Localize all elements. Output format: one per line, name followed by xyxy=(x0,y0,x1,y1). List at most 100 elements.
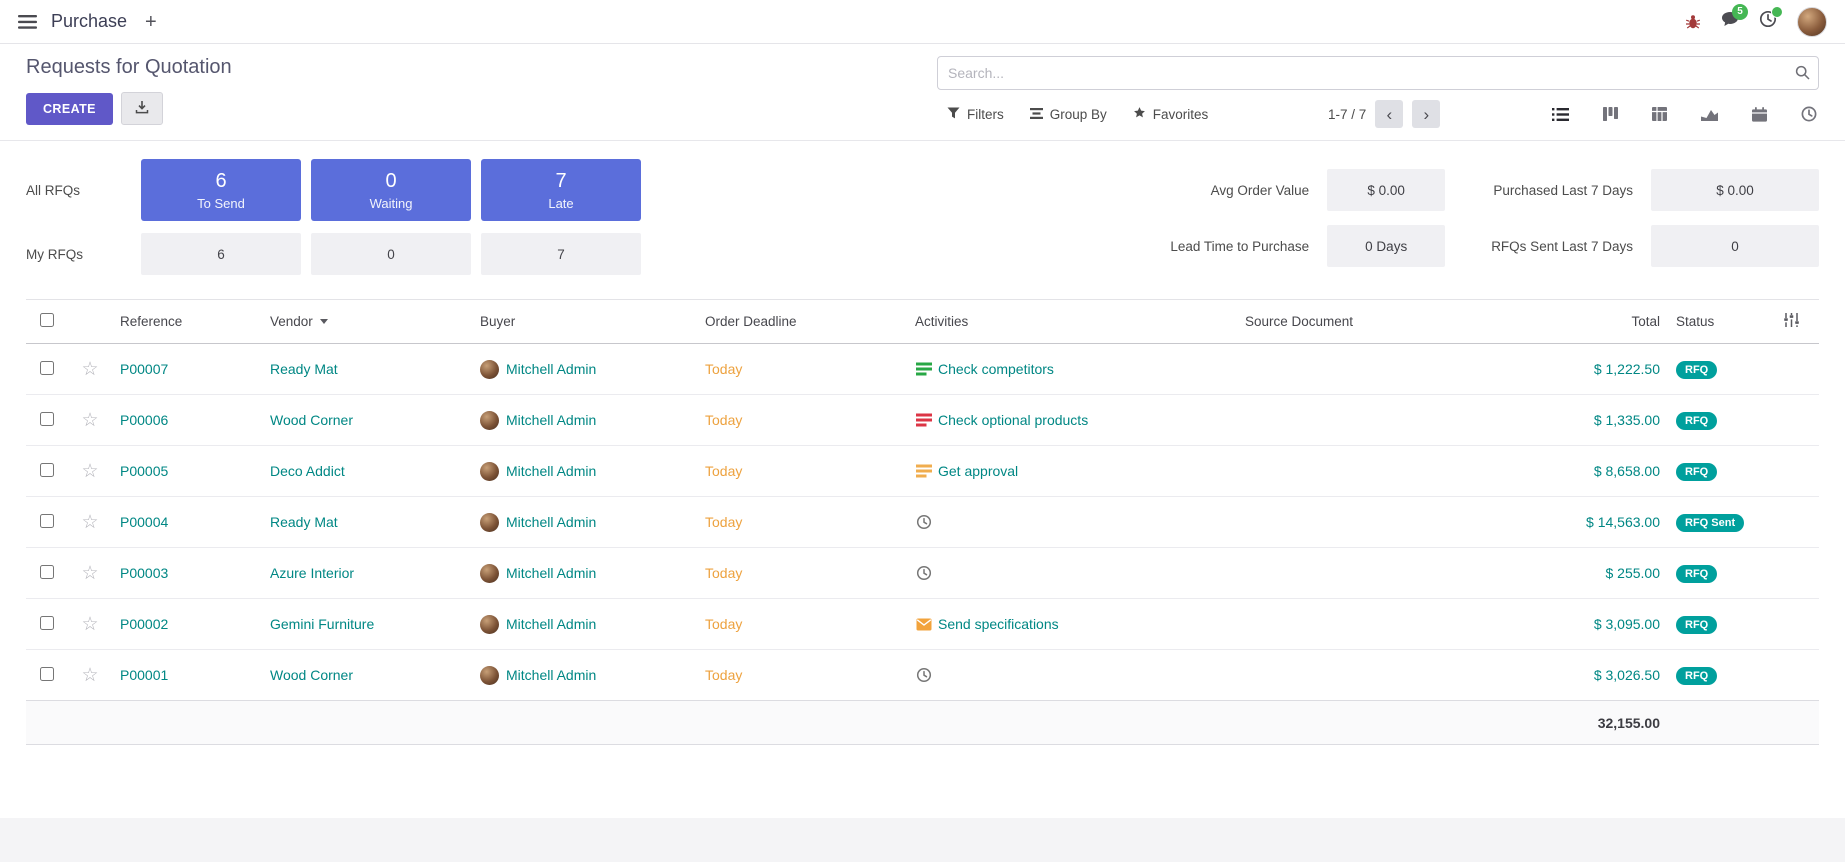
kpi-card[interactable]: 7 Late xyxy=(481,159,641,221)
activity-tasks-icon[interactable] xyxy=(915,362,933,376)
buyer-link[interactable]: Mitchell Admin xyxy=(506,412,596,428)
table-row[interactable]: ☆ P00002 Gemini Furniture Mitchell Admin… xyxy=(26,599,1819,650)
select-all-checkbox[interactable] xyxy=(40,313,54,327)
debug-bug-icon[interactable] xyxy=(1685,14,1701,30)
table-row[interactable]: ☆ P00001 Wood Corner Mitchell Admin Toda… xyxy=(26,650,1819,701)
graph-view-icon[interactable] xyxy=(1699,106,1720,123)
col-header-activities[interactable]: Activities xyxy=(907,300,1237,344)
new-tab-plus-icon[interactable]: + xyxy=(141,12,161,32)
pager-next-button[interactable]: › xyxy=(1412,100,1440,128)
status-badge: RFQ xyxy=(1676,565,1717,583)
pivot-view-icon[interactable] xyxy=(1650,105,1669,123)
create-button[interactable]: CREATE xyxy=(26,93,113,125)
favorite-star-icon[interactable]: ☆ xyxy=(81,359,98,380)
kanban-view-icon[interactable] xyxy=(1601,105,1620,123)
favorite-star-icon[interactable]: ☆ xyxy=(81,461,98,482)
search-input[interactable] xyxy=(937,56,1819,90)
col-header-vendor[interactable]: Vendor xyxy=(262,300,472,344)
download-icon xyxy=(135,100,149,117)
list-view-icon[interactable] xyxy=(1550,106,1571,123)
favorite-star-icon[interactable]: ☆ xyxy=(81,665,98,686)
status-badge: RFQ xyxy=(1676,361,1717,379)
my-rfqs-filter[interactable]: My RFQs xyxy=(26,247,131,262)
calendar-view-icon[interactable] xyxy=(1750,105,1769,124)
reference-link[interactable]: P00005 xyxy=(120,463,168,479)
activity-clock-icon[interactable] xyxy=(915,667,933,683)
row-checkbox[interactable] xyxy=(40,514,54,528)
vendor-link[interactable]: Wood Corner xyxy=(270,667,353,683)
messages-menu[interactable]: 5 xyxy=(1721,11,1739,32)
table-row[interactable]: ☆ P00003 Azure Interior Mitchell Admin T… xyxy=(26,548,1819,599)
row-checkbox[interactable] xyxy=(40,412,54,426)
reference-link[interactable]: P00006 xyxy=(120,412,168,428)
activity-tasks-icon[interactable] xyxy=(915,413,933,427)
col-header-reference[interactable]: Reference xyxy=(112,300,262,344)
favorite-star-icon[interactable]: ☆ xyxy=(81,512,98,533)
activity-clock-icon[interactable] xyxy=(915,565,933,581)
vendor-link[interactable]: Wood Corner xyxy=(270,412,353,428)
buyer-link[interactable]: Mitchell Admin xyxy=(506,361,596,377)
table-row[interactable]: ☆ P00006 Wood Corner Mitchell Admin Toda… xyxy=(26,395,1819,446)
table-row[interactable]: ☆ P00005 Deco Addict Mitchell Admin Toda… xyxy=(26,446,1819,497)
favorite-star-icon[interactable]: ☆ xyxy=(81,563,98,584)
app-name[interactable]: Purchase xyxy=(51,11,127,32)
filters-button[interactable]: Filters xyxy=(937,101,1014,127)
activity-view-icon[interactable] xyxy=(1799,104,1819,124)
col-header-order-deadline[interactable]: Order Deadline xyxy=(697,300,907,344)
table-row[interactable]: ☆ P00004 Ready Mat Mitchell Admin Today … xyxy=(26,497,1819,548)
table-row[interactable]: ☆ P00007 Ready Mat Mitchell Admin Today … xyxy=(26,344,1819,395)
reference-link[interactable]: P00003 xyxy=(120,565,168,581)
vendor-link[interactable]: Ready Mat xyxy=(270,514,338,530)
col-header-buyer[interactable]: Buyer xyxy=(472,300,697,344)
my-rfqs-count[interactable]: 0 xyxy=(311,233,471,275)
reference-link[interactable]: P00004 xyxy=(120,514,168,530)
row-checkbox[interactable] xyxy=(40,361,54,375)
group-by-button[interactable]: Group By xyxy=(1020,101,1117,127)
kpi-card[interactable]: 0 Waiting xyxy=(311,159,471,221)
activity-label[interactable]: Get approval xyxy=(938,463,1018,479)
buyer-link[interactable]: Mitchell Admin xyxy=(506,463,596,479)
buyer-avatar xyxy=(480,411,499,430)
buyer-link[interactable]: Mitchell Admin xyxy=(506,565,596,581)
export-button[interactable] xyxy=(121,92,163,125)
row-checkbox[interactable] xyxy=(40,616,54,630)
activity-label[interactable]: Check competitors xyxy=(938,361,1054,377)
activities-menu[interactable] xyxy=(1759,10,1777,33)
row-checkbox[interactable] xyxy=(40,667,54,681)
optional-columns-icon[interactable] xyxy=(1784,315,1799,330)
reference-link[interactable]: P00001 xyxy=(120,667,168,683)
buyer-link[interactable]: Mitchell Admin xyxy=(506,514,596,530)
buyer-link[interactable]: Mitchell Admin xyxy=(506,667,596,683)
user-avatar[interactable] xyxy=(1797,7,1827,37)
order-deadline: Today xyxy=(705,463,742,479)
vendor-link[interactable]: Gemini Furniture xyxy=(270,616,374,632)
row-checkbox[interactable] xyxy=(40,565,54,579)
all-rfqs-filter[interactable]: All RFQs xyxy=(26,183,131,198)
vendor-link[interactable]: Azure Interior xyxy=(270,565,354,581)
my-rfqs-count[interactable]: 7 xyxy=(481,233,641,275)
my-rfqs-count[interactable]: 6 xyxy=(141,233,301,275)
favorite-star-icon[interactable]: ☆ xyxy=(81,410,98,431)
search-icon[interactable] xyxy=(1795,65,1810,85)
pager-previous-button[interactable]: ‹ xyxy=(1375,100,1403,128)
col-header-total[interactable]: Total xyxy=(1503,300,1668,344)
buyer-avatar xyxy=(480,513,499,532)
messages-count-badge: 5 xyxy=(1732,4,1748,20)
kpi-card[interactable]: 6 To Send xyxy=(141,159,301,221)
buyer-link[interactable]: Mitchell Admin xyxy=(506,616,596,632)
vendor-link[interactable]: Ready Mat xyxy=(270,361,338,377)
col-header-source-document[interactable]: Source Document xyxy=(1237,300,1503,344)
favorites-button[interactable]: Favorites xyxy=(1123,101,1219,127)
reference-link[interactable]: P00002 xyxy=(120,616,168,632)
activity-label[interactable]: Check optional products xyxy=(938,412,1088,428)
activity-mail-icon[interactable] xyxy=(915,618,933,631)
vendor-link[interactable]: Deco Addict xyxy=(270,463,345,479)
reference-link[interactable]: P00007 xyxy=(120,361,168,377)
row-checkbox[interactable] xyxy=(40,463,54,477)
activity-tasks-icon[interactable] xyxy=(915,464,933,478)
apps-menu-icon[interactable] xyxy=(18,15,37,29)
activity-clock-icon[interactable] xyxy=(915,514,933,530)
activity-label[interactable]: Send specifications xyxy=(938,616,1059,632)
favorite-star-icon[interactable]: ☆ xyxy=(81,614,98,635)
col-header-status[interactable]: Status xyxy=(1668,300,1763,344)
